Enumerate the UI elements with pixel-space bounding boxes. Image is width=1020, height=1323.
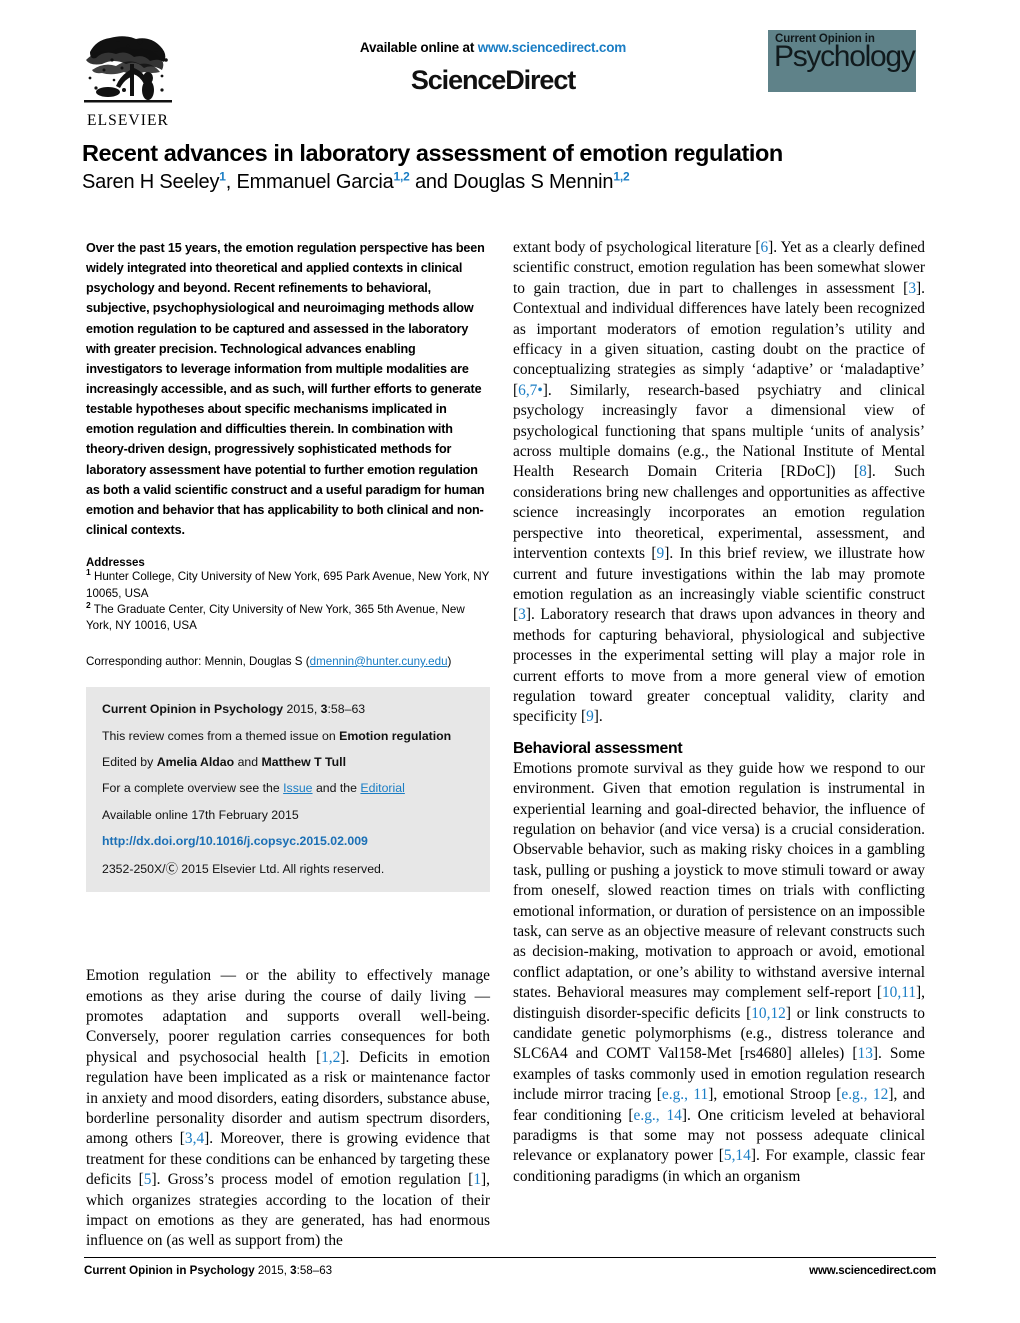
paragraph-segment: ], emotional Stroop [ — [708, 1086, 842, 1104]
overview-row: For a complete overview see the Issue an… — [102, 781, 474, 796]
journal-badge: Current Opinion in Psychology — [768, 30, 916, 92]
editors-row: Edited by Amelia Aldao and Matthew T Tul… — [102, 755, 474, 770]
paragraph-segment: extant body of psychological literature … — [513, 239, 761, 256]
corresponding-author: Corresponding author: Mennin, Douglas S … — [86, 654, 490, 670]
author-name: Saren H Seeley — [82, 171, 220, 194]
reference-citation[interactable]: 1,2 — [321, 1049, 340, 1066]
themed-issue-topic: Emotion regulation — [339, 728, 452, 743]
corresponding-suffix: ) — [447, 654, 452, 668]
address-item: 2 The Graduate Center, City University o… — [86, 601, 490, 635]
body-paragraph: extant body of psychological literature … — [513, 238, 925, 728]
available-online-prefix: Available online at — [359, 40, 478, 55]
themed-issue-row: This review comes from a themed issue on… — [102, 729, 474, 744]
abstract-text: Over the past 15 years, the emotion regu… — [86, 241, 485, 537]
reference-citation[interactable]: e.g., 11 — [662, 1086, 708, 1103]
footer-citation: Current Opinion in Psychology 2015, 3:58… — [84, 1264, 332, 1277]
overview-prefix: For a complete overview see the — [102, 781, 284, 796]
body-paragraph: Emotions promote survival as they guide … — [513, 759, 925, 1188]
footer-divider — [84, 1257, 936, 1258]
footer-year: 2015, — [254, 1264, 291, 1277]
article-title: Recent advances in laboratory assessment… — [82, 140, 783, 166]
editor-name: Matthew T Tull — [261, 755, 346, 770]
address-text: Hunter College, City University of New Y… — [86, 570, 490, 600]
author-affiliation-marker: 1,2 — [613, 169, 630, 184]
reference-citation[interactable]: e.g., 14 — [634, 1107, 682, 1124]
reference-citation[interactable]: 13 — [858, 1045, 873, 1062]
editor-separator: and — [234, 755, 262, 770]
title-block: Recent advances in laboratory assessment… — [82, 140, 942, 194]
author-affiliation-marker: 1,2 — [393, 169, 410, 184]
journal-badge-line2: Psychology — [774, 40, 916, 73]
available-online-line: Available online at www.sciencedirect.co… — [258, 40, 728, 55]
reference-citation[interactable]: 3 — [908, 280, 916, 297]
paragraph-segment: ]. — [593, 708, 603, 726]
elsevier-wordmark: ELSEVIER — [87, 112, 169, 129]
paragraph-segment: ]. Laboratory research that draws upon a… — [513, 606, 925, 726]
citation-volume: 3 — [320, 702, 328, 717]
reference-citation[interactable]: 9 — [586, 708, 594, 725]
elsevier-tree-icon — [84, 36, 172, 103]
author-name: Emmanuel Garcia — [236, 171, 394, 194]
reference-citation[interactable]: 5,14 — [724, 1147, 751, 1164]
footer-journal-name: Current Opinion in Psychology — [84, 1264, 255, 1277]
themed-issue-prefix: This review comes from a themed issue on — [102, 728, 340, 743]
reference-citation[interactable]: 10,11 — [882, 984, 916, 1001]
footer-sciencedirect-url[interactable]: www.sciencedirect.com — [809, 1264, 936, 1277]
copyright-row: 2352-250X/Ⓒ 2015 Elsevier Ltd. All right… — [102, 862, 385, 877]
sciencedirect-url-link[interactable]: www.sciencedirect.com — [478, 40, 627, 55]
address-text: The Graduate Center, City University of … — [86, 603, 465, 633]
editorial-link[interactable]: Editorial — [360, 781, 404, 795]
masthead: ELSEVIER Available online at www.science… — [78, 28, 938, 138]
available-online-row: Available online 17th February 2015 — [102, 807, 299, 822]
author-list: Saren H Seeley1, Emmanuel Garcia1,2 and … — [82, 171, 942, 194]
doi-link[interactable]: http://dx.doi.org/10.1016/j.copsyc.2015.… — [102, 834, 474, 848]
page-footer: Current Opinion in Psychology 2015, 3:58… — [84, 1264, 936, 1277]
left-column: Over the past 15 years, the emotion regu… — [86, 238, 490, 1252]
issue-link[interactable]: Issue — [283, 781, 312, 795]
reference-citation[interactable]: e.g., 12 — [841, 1086, 888, 1103]
paragraph-segment: ]. Gross’s process model of emotion regu… — [151, 1171, 474, 1189]
elsevier-logo: ELSEVIER — [78, 30, 178, 135]
author-separator: and — [409, 171, 454, 194]
footer-pages: :58–63 — [296, 1264, 333, 1277]
body-paragraph: Emotion regulation — or the ability to e… — [86, 966, 490, 1252]
right-column: extant body of psychological literature … — [513, 238, 925, 1187]
reference-citation[interactable]: 1 — [473, 1171, 481, 1188]
citation-row: Current Opinion in Psychology 2015, 3:58… — [102, 702, 474, 717]
address-item: 1 Hunter College, City University of New… — [86, 568, 490, 602]
journal-info-box: Current Opinion in Psychology 2015, 3:58… — [86, 687, 490, 893]
citation-pages: :58–63 — [327, 702, 366, 717]
corresponding-email-link[interactable]: dmennin@hunter.cuny.edu — [310, 655, 448, 668]
editor-name: Amelia Aldao — [156, 755, 235, 770]
overview-mid: and the — [312, 781, 361, 796]
author-separator: , — [225, 171, 237, 194]
section-heading-behavioral-assessment: Behavioral assessment — [513, 739, 683, 757]
sciencedirect-block: Available online at www.sciencedirect.co… — [258, 40, 728, 96]
paragraph-segment: Emotions promote survival as they guide … — [513, 759, 925, 1002]
citation-year: 2015, — [283, 702, 321, 717]
reference-citation[interactable]: 3 — [518, 606, 526, 623]
author-name: Douglas S Mennin — [453, 171, 614, 194]
reference-citation[interactable]: 3,4 — [185, 1130, 204, 1147]
reference-citation[interactable]: 10,12 — [751, 1005, 786, 1022]
reference-citation[interactable]: 8 — [859, 463, 867, 480]
citation-journal: Current Opinion in Psychology — [102, 702, 284, 717]
reference-citation[interactable]: 6,7 — [518, 382, 537, 399]
paper-page: ELSEVIER Available online at www.science… — [0, 0, 1020, 1323]
reference-citation[interactable]: 6 — [760, 239, 768, 256]
edited-by-prefix: Edited by — [102, 755, 157, 770]
sciencedirect-wordmark: ScienceDirect — [410, 65, 576, 95]
addresses-heading: Addresses — [86, 557, 145, 570]
corresponding-prefix: Corresponding author: Mennin, Douglas S … — [86, 654, 310, 668]
